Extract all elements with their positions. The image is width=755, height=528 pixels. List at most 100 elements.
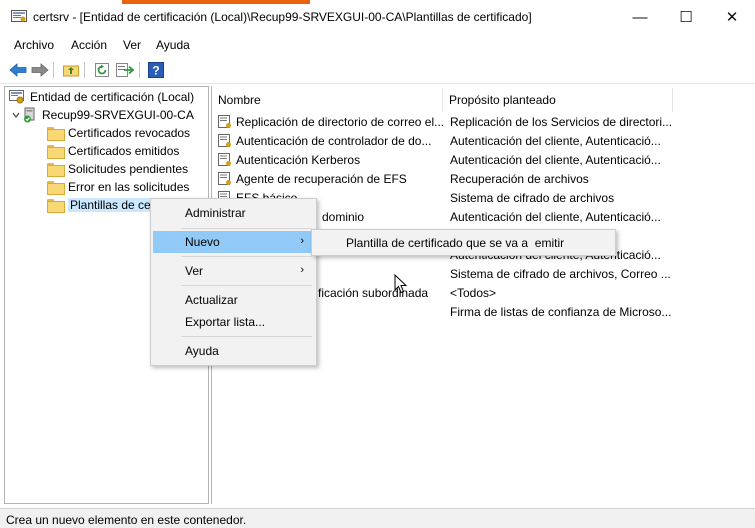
toolbar: ? xyxy=(0,56,755,84)
certificate-template-icon xyxy=(218,114,231,128)
template-purpose: Autenticación del cliente, Autenticació.… xyxy=(450,209,661,224)
menu-archivo[interactable]: Archivo xyxy=(14,38,54,52)
up-folder-icon xyxy=(63,65,79,77)
expand-chevron-icon[interactable] xyxy=(11,110,21,120)
context-item-label: Actualizar xyxy=(185,293,238,307)
template-purpose: Recuperación de archivos xyxy=(450,171,589,186)
tree-ca-node[interactable]: Recup99-SRVEXGUI-00-CA xyxy=(11,106,194,124)
forward-arrow-icon xyxy=(31,63,49,77)
tree-item-error-solicitudes[interactable]: Error en las solicitudes xyxy=(47,178,189,196)
list-item[interactable]: Autenticación Kerberos Autenticación del… xyxy=(212,150,755,169)
context-item-label: Ver xyxy=(185,264,204,278)
tree-item-certificados-revocados[interactable]: Certificados revocados xyxy=(47,124,190,142)
refresh-icon xyxy=(95,63,109,77)
certificate-template-icon xyxy=(218,133,231,147)
export-list-icon xyxy=(116,63,134,77)
template-name: Replicación de directorio de correo el..… xyxy=(236,114,443,129)
menu-separator xyxy=(181,228,312,229)
back-button[interactable] xyxy=(8,60,28,80)
list-item[interactable]: Replicación de directorio de correo el..… xyxy=(212,112,755,131)
submenu-arrow-icon: › xyxy=(300,264,304,276)
folder-icon xyxy=(47,199,65,213)
menu-separator xyxy=(181,336,312,337)
status-text: Crea un nuevo elemento en este contenedo… xyxy=(6,513,247,527)
export-list-button[interactable] xyxy=(115,60,135,80)
template-purpose: Autenticación del cliente, Autenticació.… xyxy=(450,152,661,167)
toolbar-separator xyxy=(53,62,54,78)
folder-icon xyxy=(47,145,65,159)
context-item-administrar[interactable]: Administrar xyxy=(153,202,314,224)
menu-ver[interactable]: Ver xyxy=(123,38,141,52)
title-accent-bar xyxy=(122,0,310,4)
folder-icon xyxy=(47,127,65,141)
tree-item-label: Plantillas de cer xyxy=(68,198,157,212)
ca-server-check-icon xyxy=(24,107,35,123)
toolbar-separator xyxy=(139,62,140,78)
help-button[interactable]: ? xyxy=(146,60,166,80)
context-item-nuevo[interactable]: Nuevo › xyxy=(153,231,314,253)
tree-root-node[interactable]: Entidad de certificación (Local) xyxy=(9,88,194,106)
context-item-label: Exportar lista... xyxy=(185,315,266,329)
tree-item-plantillas-certificado[interactable]: Plantillas de cer xyxy=(47,196,157,214)
submenu-item-plantilla-emitir[interactable]: Plantilla de certificado que se va a emi… xyxy=(314,232,613,254)
mouse-cursor-icon xyxy=(394,274,408,294)
context-item-actualizar[interactable]: Actualizar xyxy=(153,289,314,311)
menu-separator xyxy=(181,285,312,286)
context-item-label: Nuevo xyxy=(185,235,220,249)
folder-icon xyxy=(47,163,65,177)
nuevo-submenu: Plantilla de certificado que se va a emi… xyxy=(311,229,616,256)
menu-ayuda[interactable]: Ayuda xyxy=(156,38,190,52)
template-purpose: <Todos> xyxy=(450,285,497,300)
tree-ca-label: Recup99-SRVEXGUI-00-CA xyxy=(42,108,194,122)
certificate-authority-icon xyxy=(9,90,24,104)
template-name: dominio xyxy=(322,209,365,224)
help-glyph: ? xyxy=(152,64,159,78)
template-name: Autenticación Kerberos xyxy=(236,152,361,167)
template-purpose: Autenticación del cliente, Autenticació.… xyxy=(450,133,661,148)
template-name: Autenticación de controlador de do... xyxy=(236,133,432,148)
back-arrow-icon xyxy=(9,63,27,77)
title-bar: certsrv - [Entidad de certificación (Loc… xyxy=(0,0,755,34)
column-header-proposito[interactable]: Propósito planteado xyxy=(443,88,673,112)
template-purpose: Replicación de los Servicios de director… xyxy=(450,114,673,129)
context-item-label: Ayuda xyxy=(185,344,219,358)
status-bar: Crea un nuevo elemento en este contenedo… xyxy=(0,508,755,528)
certificate-template-icon xyxy=(218,171,231,185)
maximize-button[interactable]: ☐ xyxy=(663,0,709,34)
tree-item-label: Certificados revocados xyxy=(68,126,191,140)
close-button[interactable]: ✕ xyxy=(709,0,755,34)
template-name: ficación subordinada xyxy=(318,285,429,300)
minimize-button[interactable]: — xyxy=(617,0,663,34)
tree-item-label: Error en las solicitudes xyxy=(68,180,190,194)
context-item-label: Administrar xyxy=(185,206,246,220)
menu-separator xyxy=(181,256,312,257)
certificate-template-icon xyxy=(218,152,231,166)
template-purpose: Sistema de cifrado de archivos xyxy=(450,190,615,205)
template-name: Agente de recuperación de EFS xyxy=(236,171,407,186)
template-purpose: Sistema de cifrado de archivos, Correo .… xyxy=(450,266,671,281)
context-menu: Administrar Nuevo › Ver › Actualizar Expor… xyxy=(150,198,317,366)
menu-accion[interactable]: Acción xyxy=(71,38,107,52)
context-item-ayuda[interactable]: Ayuda xyxy=(153,340,314,362)
folder-icon xyxy=(47,181,65,195)
toolbar-separator xyxy=(84,62,85,78)
tree-root-label: Entidad de certificación (Local) xyxy=(30,90,195,104)
tree-item-solicitudes-pendientes[interactable]: Solicitudes pendientes xyxy=(47,160,188,178)
context-item-ver[interactable]: Ver › xyxy=(153,260,314,282)
help-icon: ? xyxy=(148,62,164,78)
tree-item-label: Solicitudes pendientes xyxy=(68,162,189,176)
list-item[interactable]: Autenticación de controlador de do... Au… xyxy=(212,131,755,150)
template-purpose: Firma de listas de confianza de Microso.… xyxy=(450,304,672,319)
forward-button[interactable] xyxy=(30,60,50,80)
menu-bar: Archivo Acción Ver Ayuda xyxy=(0,34,755,56)
tree-item-label: Certificados emitidos xyxy=(68,144,180,158)
certsrv-app-icon xyxy=(11,10,27,22)
refresh-button[interactable] xyxy=(92,60,112,80)
up-folder-button[interactable] xyxy=(61,60,81,80)
submenu-arrow-icon: › xyxy=(300,235,304,247)
context-item-exportar-lista[interactable]: Exportar lista... xyxy=(153,311,314,333)
tree-item-certificados-emitidos[interactable]: Certificados emitidos xyxy=(47,142,179,160)
window-title: certsrv - [Entidad de certificación (Loc… xyxy=(33,10,532,24)
column-header-nombre[interactable]: Nombre xyxy=(212,88,443,112)
list-item[interactable]: Agente de recuperación de EFS Recuperaci… xyxy=(212,169,755,188)
